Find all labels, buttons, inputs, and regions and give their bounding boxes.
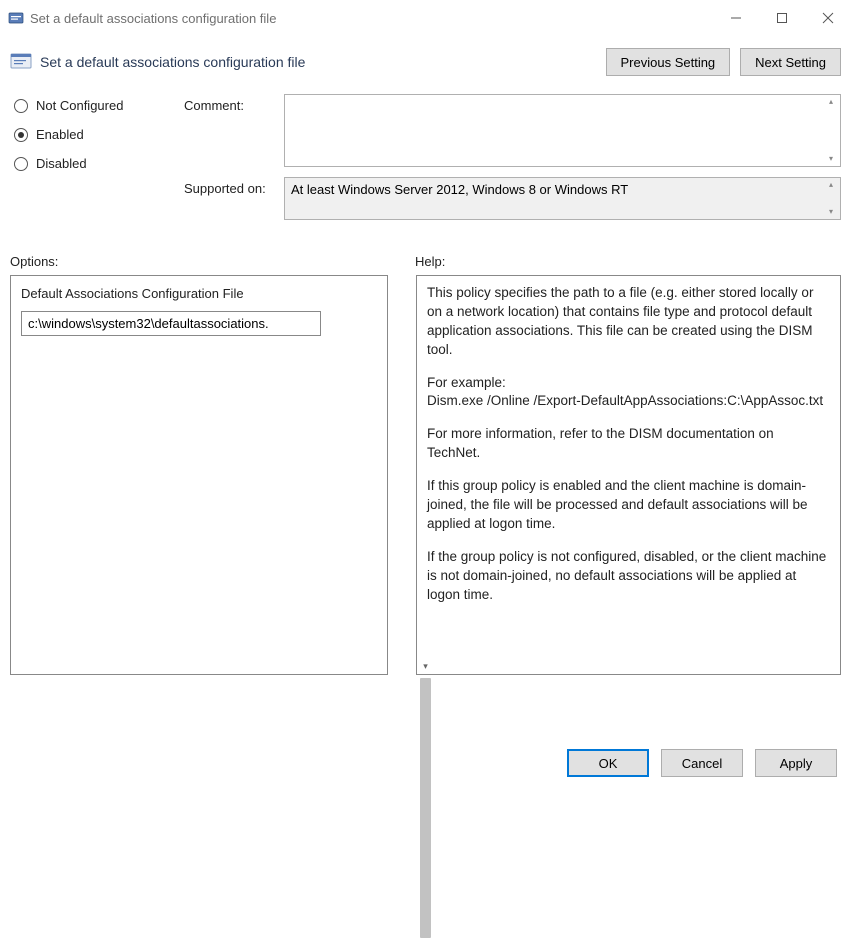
comment-field[interactable] [285,95,840,163]
minimize-button[interactable] [713,0,759,36]
radio-enabled[interactable]: Enabled [14,127,184,142]
option-field-label: Default Associations Configuration File [21,286,377,301]
radio-not-configured[interactable]: Not Configured [14,98,184,113]
scroll-up-icon[interactable]: ▴ [823,179,839,191]
supported-on-label: Supported on: [184,177,284,196]
policy-title: Set a default associations configuration… [40,54,606,70]
state-radios: Not Configured Enabled Disabled [14,94,184,171]
help-paragraph: If the group policy is not configured, d… [427,548,830,605]
policy-app-icon [8,10,24,26]
cancel-button[interactable]: Cancel [661,749,743,777]
previous-setting-button[interactable]: Previous Setting [606,48,731,76]
header: Set a default associations configuration… [0,36,851,86]
radio-icon [14,99,28,113]
policy-icon [10,53,32,71]
scroll-down-icon[interactable]: ▾ [418,661,433,672]
help-text: This policy specifies the path to a file… [417,276,840,674]
comment-field-wrap: ▴ ▾ [284,94,841,167]
help-paragraph: For more information, refer to the DISM … [427,425,830,463]
radio-label: Enabled [36,127,84,142]
help-paragraph: For example: Dism.exe /Online /Export-De… [427,374,830,412]
window-title: Set a default associations configuration… [30,11,713,26]
maximize-button[interactable] [759,0,805,36]
options-label: Options: [10,254,415,269]
radio-icon [14,128,28,142]
close-button[interactable] [805,0,851,36]
radio-label: Disabled [36,156,87,171]
scrollbar-thumb[interactable] [420,678,431,938]
radio-disabled[interactable]: Disabled [14,156,184,171]
config-section: Not Configured Enabled Disabled Comment:… [0,86,851,234]
scroll-down-icon[interactable]: ▾ [823,153,839,165]
panels: Default Associations Configuration File … [0,275,851,735]
apply-button[interactable]: Apply [755,749,837,777]
window-controls [713,0,851,36]
titlebar: Set a default associations configuration… [0,0,851,36]
radio-label: Not Configured [36,98,123,113]
help-paragraph: If this group policy is enabled and the … [427,477,830,534]
scroll-up-icon[interactable]: ▴ [823,96,839,108]
supported-on-field [285,178,840,216]
default-associations-path-input[interactable] [21,311,321,336]
next-setting-button[interactable]: Next Setting [740,48,841,76]
options-panel: Default Associations Configuration File [10,275,388,675]
help-paragraph: This policy specifies the path to a file… [427,284,830,360]
ok-button[interactable]: OK [567,749,649,777]
help-panel: This policy specifies the path to a file… [416,275,841,675]
scroll-down-icon[interactable]: ▾ [823,206,839,218]
radio-icon [14,157,28,171]
help-label: Help: [415,254,841,269]
supported-on-field-wrap: ▴ ▾ [284,177,841,220]
comment-label: Comment: [184,94,284,113]
section-labels: Options: Help: [0,234,851,275]
